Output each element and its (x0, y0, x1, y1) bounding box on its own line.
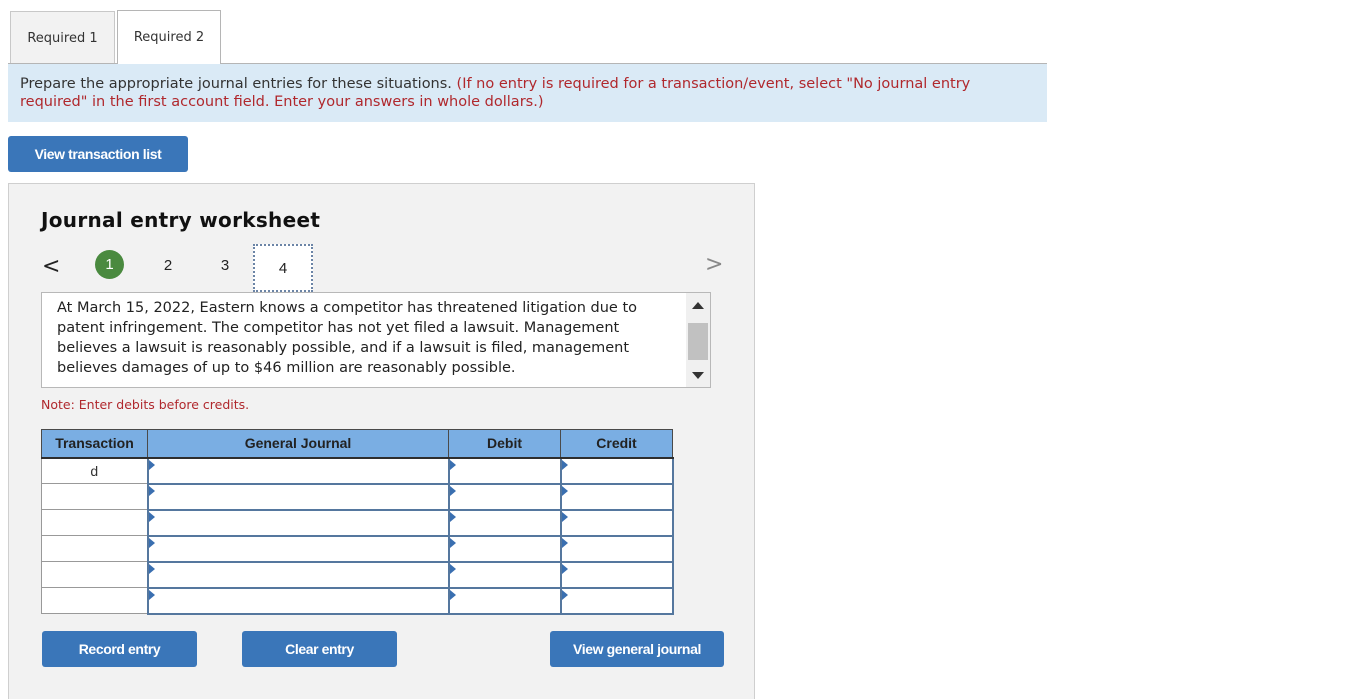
instructions-box: Prepare the appropriate journal entries … (8, 64, 1047, 122)
view-general-journal-button[interactable]: View general journal (550, 631, 724, 667)
account-input[interactable] (148, 589, 448, 612)
transaction-cell (41, 509, 148, 536)
chevron-left-icon[interactable]: < (42, 254, 60, 279)
header-general-journal: General Journal (147, 429, 449, 459)
transaction-cell (41, 587, 148, 614)
transaction-cell (41, 483, 148, 510)
table-row: d (41, 456, 674, 485)
journal-table: Transaction General Journal Debit Credit… (41, 429, 674, 615)
credit-input[interactable] (561, 485, 672, 508)
debit-input[interactable] (449, 459, 560, 482)
view-transaction-list-button[interactable]: View transaction list (8, 136, 188, 172)
journal-entry-worksheet: Journal entry worksheet < 1 2 3 4 > At M… (8, 183, 755, 699)
scroll-up-arrow-icon[interactable] (692, 302, 704, 309)
account-input[interactable] (148, 459, 448, 482)
account-input[interactable] (148, 485, 448, 508)
debit-input[interactable] (449, 485, 560, 508)
account-input[interactable] (148, 511, 448, 534)
header-transaction: Transaction (41, 429, 148, 459)
debit-input[interactable] (449, 537, 560, 560)
header-debit: Debit (448, 429, 561, 459)
description-scrollbar[interactable] (686, 293, 710, 387)
credit-input[interactable] (561, 589, 672, 612)
header-credit: Credit (560, 429, 673, 459)
page-1-completed[interactable]: 1 (95, 250, 124, 279)
scroll-down-arrow-icon[interactable] (692, 372, 704, 379)
scrollbar-thumb[interactable] (688, 323, 708, 360)
page-3[interactable]: 3 (210, 250, 240, 280)
worksheet-pager: < 1 2 3 4 > (9, 244, 754, 292)
credit-input[interactable] (561, 459, 672, 482)
account-input[interactable] (148, 537, 448, 560)
credit-input[interactable] (561, 563, 672, 586)
account-input[interactable] (148, 563, 448, 586)
debit-input[interactable] (449, 589, 560, 612)
table-row (41, 534, 674, 563)
page-2[interactable]: 2 (153, 250, 183, 280)
debits-note: Note: Enter debits before credits. (41, 397, 250, 412)
debit-input[interactable] (449, 511, 560, 534)
table-row (41, 586, 674, 615)
record-entry-button[interactable]: Record entry (42, 631, 197, 667)
transaction-cell: d (41, 457, 148, 484)
table-row (41, 560, 674, 589)
table-row (41, 508, 674, 537)
credit-input[interactable] (561, 511, 672, 534)
worksheet-title: Journal entry worksheet (41, 208, 321, 232)
instructions-text: Prepare the appropriate journal entries … (20, 76, 457, 92)
tab-required-1[interactable]: Required 1 (10, 11, 115, 64)
transaction-cell (41, 535, 148, 562)
tab-bar: Required 1 Required 2 (10, 10, 221, 64)
tab-required-2[interactable]: Required 2 (117, 10, 221, 64)
page-4-current[interactable]: 4 (253, 244, 313, 292)
clear-entry-button[interactable]: Clear entry (242, 631, 397, 667)
chevron-right-icon[interactable]: > (705, 252, 723, 277)
credit-input[interactable] (561, 537, 672, 560)
transaction-cell (41, 561, 148, 588)
transaction-description-box: At March 15, 2022, Eastern knows a compe… (41, 292, 711, 388)
table-row (41, 482, 674, 511)
debit-input[interactable] (449, 563, 560, 586)
transaction-description: At March 15, 2022, Eastern knows a compe… (57, 300, 637, 376)
